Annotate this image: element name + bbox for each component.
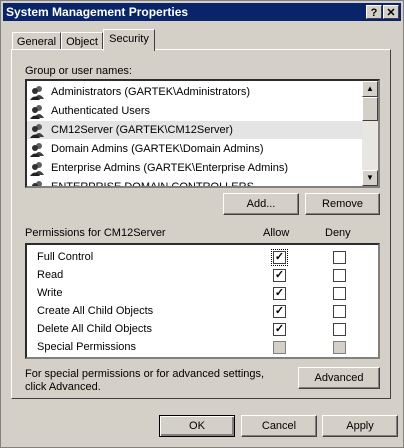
permission-label: Write xyxy=(37,287,63,299)
list-item[interactable]: Administrators (GARTEK\Administrators) xyxy=(27,83,363,101)
advanced-button[interactable]: Advanced xyxy=(298,367,380,389)
allow-column-header: Allow xyxy=(263,227,290,239)
permissions-list: Full Control ✓ Read ✓ Write ✓ Create All… xyxy=(25,243,380,359)
scroll-down-icon[interactable]: ▼ xyxy=(362,170,378,186)
list-item-label: Authenticated Users xyxy=(51,105,151,117)
deny-checkbox[interactable] xyxy=(333,287,346,300)
advanced-note-line1: For special permissions or for advanced … xyxy=(25,368,265,380)
users-icon xyxy=(30,143,44,157)
allow-checkbox[interactable]: ✓ xyxy=(273,305,286,318)
users-icon xyxy=(30,124,44,138)
close-button[interactable]: ✕ xyxy=(383,5,399,19)
add-button[interactable]: Add... xyxy=(223,193,299,215)
tab-security[interactable]: Security xyxy=(103,29,155,51)
list-item[interactable]: Domain Admins (GARTEK\Domain Admins) xyxy=(27,140,363,158)
permission-label: Special Permissions xyxy=(37,341,137,353)
list-item-label: Administrators (GARTEK\Administrators) xyxy=(51,86,251,98)
permission-label: Read xyxy=(37,269,64,281)
list-scrollbar[interactable]: ▲ ▼ xyxy=(362,81,378,186)
list-item[interactable]: ENTERPRISE DOMAIN CONTROLLERS xyxy=(27,178,363,188)
deny-checkbox[interactable] xyxy=(333,341,346,354)
allow-checkbox[interactable]: ✓ xyxy=(273,323,286,336)
cancel-button[interactable]: Cancel xyxy=(241,415,317,437)
deny-checkbox[interactable] xyxy=(333,323,346,336)
permissions-title: Permissions for CM12Server xyxy=(25,227,166,239)
ok-button[interactable]: OK xyxy=(159,415,235,437)
allow-checkbox[interactable] xyxy=(273,341,286,354)
title-bar[interactable]: System Management Properties ? ✕ xyxy=(3,3,401,21)
deny-column-header: Deny xyxy=(325,227,351,239)
permission-label: Full Control xyxy=(37,251,94,263)
allow-checkbox[interactable]: ✓ xyxy=(273,269,286,282)
allow-checkbox[interactable]: ✓ xyxy=(271,249,288,266)
list-item-label: CM12Server (GARTEK\CM12Server) xyxy=(51,124,233,136)
group-names-label: Group or user names: xyxy=(25,65,132,77)
permission-label: Create All Child Objects xyxy=(37,305,154,317)
users-icon xyxy=(32,181,42,186)
deny-checkbox[interactable] xyxy=(333,251,346,264)
help-button[interactable]: ? xyxy=(366,5,382,19)
group-user-list[interactable]: Administrators (GARTEK\Administrators) A… xyxy=(25,79,380,188)
list-item-label: Domain Admins (GARTEK\Domain Admins) xyxy=(51,143,264,155)
users-icon xyxy=(30,86,44,100)
scroll-up-icon[interactable]: ▲ xyxy=(362,81,378,97)
deny-checkbox[interactable] xyxy=(333,305,346,318)
properties-dialog: System Management Properties ? ✕ General… xyxy=(0,0,404,448)
permission-label: Delete All Child Objects xyxy=(37,323,152,335)
list-item-label: Enterprise Admins (GARTEK\Enterprise Adm… xyxy=(51,162,288,174)
list-item-selected[interactable]: CM12Server (GARTEK\CM12Server) xyxy=(27,121,363,139)
scroll-thumb[interactable] xyxy=(362,97,378,121)
remove-button[interactable]: Remove xyxy=(305,193,380,215)
list-item[interactable]: Enterprise Admins (GARTEK\Enterprise Adm… xyxy=(27,159,363,177)
deny-checkbox[interactable] xyxy=(333,269,346,282)
window-title: System Management Properties xyxy=(6,5,189,19)
list-item-label: ENTERPRISE DOMAIN CONTROLLERS xyxy=(51,181,254,188)
apply-button[interactable]: Apply xyxy=(322,415,398,437)
advanced-note-line2: click Advanced. xyxy=(25,381,101,393)
list-item[interactable]: Authenticated Users xyxy=(27,102,363,120)
users-icon xyxy=(30,105,44,119)
users-icon xyxy=(30,162,44,176)
allow-checkbox[interactable]: ✓ xyxy=(273,287,286,300)
